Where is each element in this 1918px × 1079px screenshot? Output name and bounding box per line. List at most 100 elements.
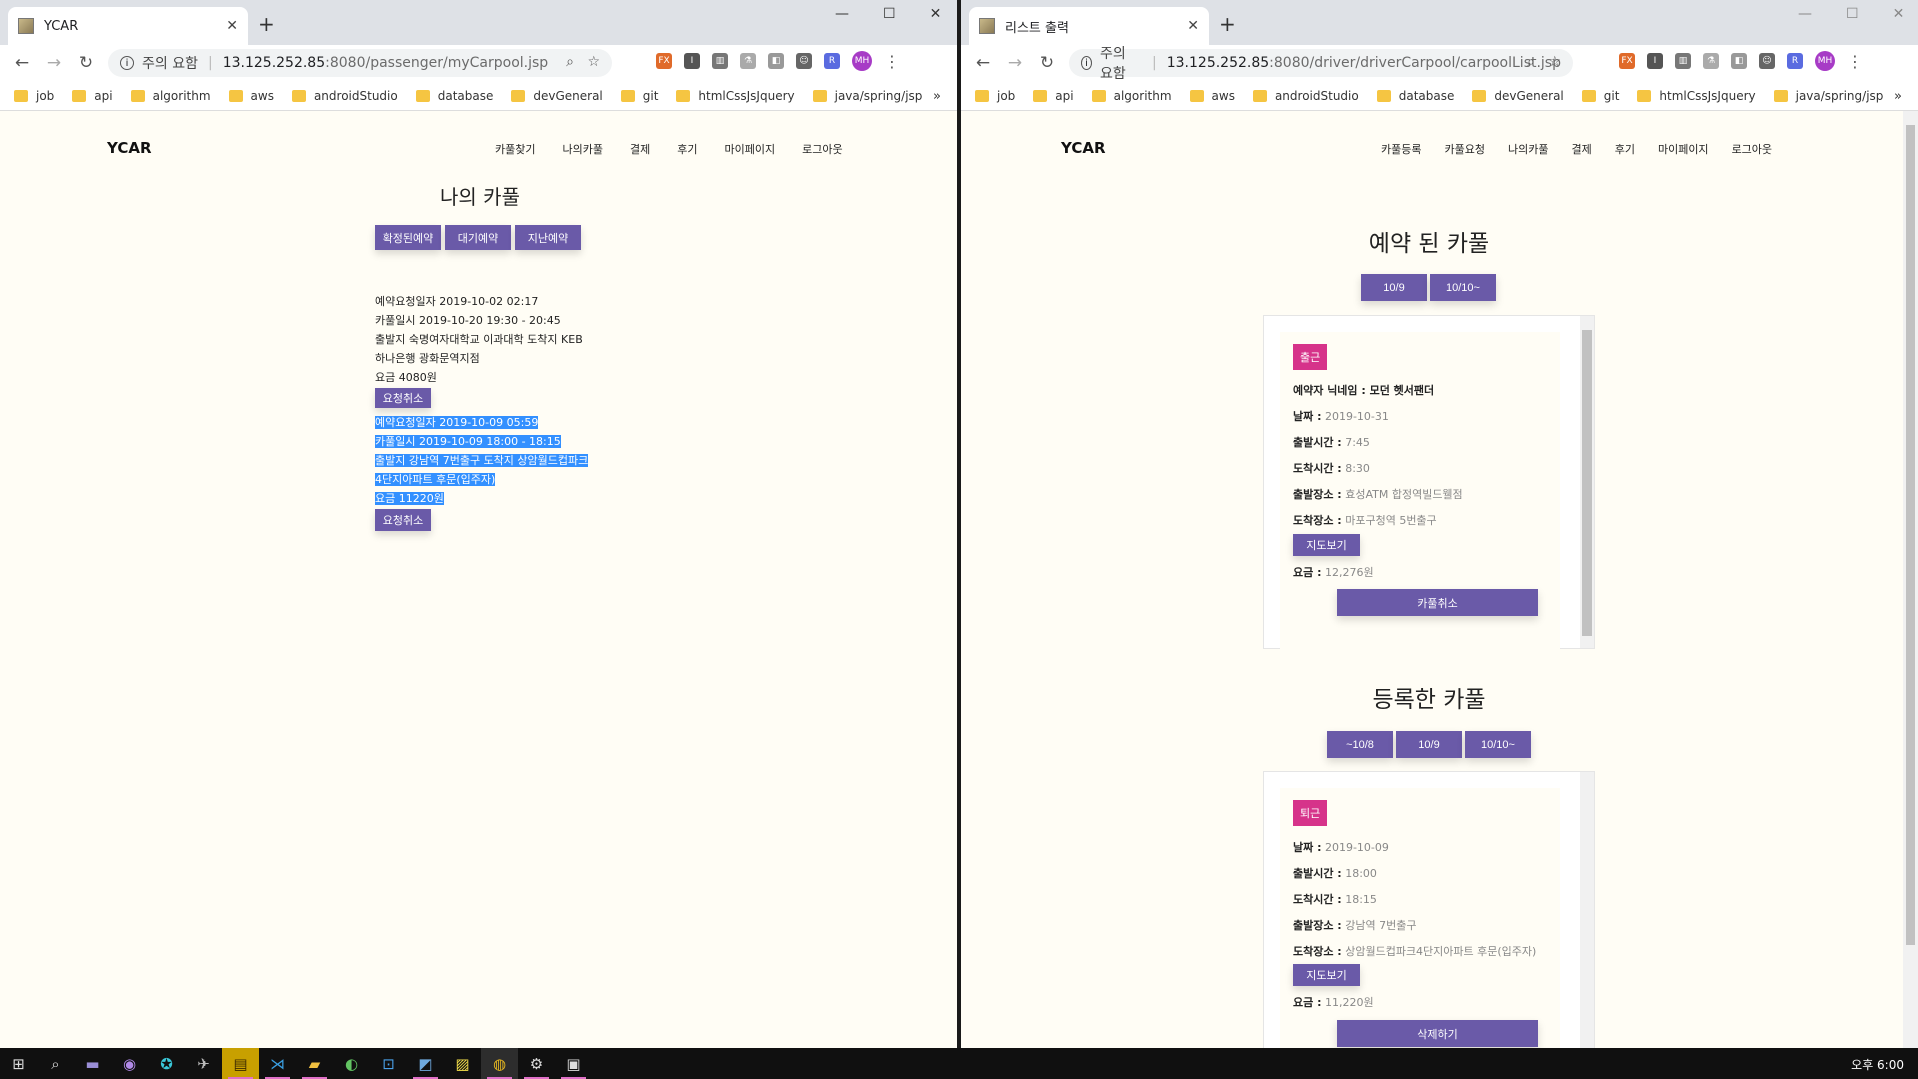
scroll-thumb[interactable] bbox=[1582, 330, 1592, 636]
zoom-icon[interactable]: ⌕ bbox=[1527, 54, 1535, 70]
reload-icon[interactable]: ↻ bbox=[1037, 53, 1057, 73]
info-icon[interactable]: i bbox=[1081, 56, 1092, 70]
extension-icon[interactable]: ▥ bbox=[1675, 53, 1691, 69]
bookmark-folder[interactable]: aws bbox=[228, 89, 274, 103]
nav-payment[interactable]: 결제 bbox=[1571, 141, 1591, 157]
zoom-icon[interactable]: ⌕ bbox=[566, 54, 574, 70]
bookmark-folder[interactable]: job bbox=[14, 89, 54, 103]
view-map-button[interactable]: 지도보기 bbox=[1293, 534, 1360, 556]
windows-start-icon[interactable]: ⊞ bbox=[0, 1048, 37, 1079]
more-bookmarks-icon[interactable]: » bbox=[933, 89, 941, 104]
photos-icon[interactable]: ▣ bbox=[555, 1048, 592, 1079]
profile-avatar[interactable]: MH bbox=[852, 51, 872, 71]
app-icon[interactable]: ▬ bbox=[74, 1048, 111, 1079]
cancel-carpool-button[interactable]: 카풀취소 bbox=[1337, 589, 1538, 616]
bookmark-folder[interactable]: androidStudio bbox=[1252, 89, 1359, 103]
nav-my-carpool[interactable]: 나의카풀 bbox=[562, 141, 602, 157]
file-explorer-icon[interactable]: ▰ bbox=[296, 1048, 333, 1079]
bookmark-folder[interactable]: htmlCssJsJquery bbox=[676, 89, 795, 103]
date-filter-button[interactable]: 10/9 bbox=[1396, 731, 1462, 758]
app-icon[interactable]: ◩ bbox=[407, 1048, 444, 1079]
extension-icon[interactable]: ☺ bbox=[1759, 53, 1775, 69]
bookmark-folder[interactable]: htmlCssJsJquery bbox=[1637, 89, 1756, 103]
app-icon[interactable]: ◐ bbox=[333, 1048, 370, 1079]
tab-confirmed[interactable]: 확정된예약 bbox=[375, 225, 441, 250]
address-bar[interactable]: i 주의 요함 | 13.125.252.85:8080/driver/driv… bbox=[1069, 46, 1573, 82]
reload-icon[interactable]: ↻ bbox=[76, 53, 96, 73]
extension-icon[interactable]: ⚗ bbox=[1703, 53, 1719, 69]
extension-icon[interactable]: R bbox=[824, 53, 840, 69]
site-logo[interactable]: YCAR bbox=[1061, 139, 1106, 157]
bookmark-folder[interactable]: algorithm bbox=[1091, 89, 1172, 103]
registered-card-list[interactable]: 퇴근 날짜 : 2019-10-09 출발시간 : 18:00 도착시간 : 1… bbox=[1263, 771, 1595, 1048]
app-icon[interactable]: ✪ bbox=[148, 1048, 185, 1079]
nav-mypage[interactable]: 마이페이지 bbox=[1658, 141, 1709, 157]
bookmark-folder[interactable]: git bbox=[620, 89, 658, 103]
kakaotalk-icon[interactable]: ▤ bbox=[222, 1048, 259, 1079]
delete-carpool-button[interactable]: 삭제하기 bbox=[1337, 1020, 1538, 1047]
close-tab-icon[interactable]: ✕ bbox=[226, 18, 238, 34]
cancel-request-button[interactable]: 요청취소 bbox=[375, 509, 431, 531]
card-scrollbar[interactable] bbox=[1580, 772, 1594, 1048]
star-icon[interactable]: ☆ bbox=[1548, 54, 1561, 70]
browser-tab[interactable]: 리스트 출력 ✕ bbox=[969, 7, 1209, 45]
bookmark-folder[interactable]: api bbox=[72, 89, 113, 103]
star-icon[interactable]: ☆ bbox=[587, 54, 600, 70]
app-icon[interactable]: ◉ bbox=[111, 1048, 148, 1079]
app-icon[interactable]: ✈ bbox=[185, 1048, 222, 1079]
bookmark-folder[interactable]: java/spring/jsp bbox=[1773, 89, 1883, 103]
extension-icon[interactable]: ◧ bbox=[1731, 53, 1747, 69]
back-icon[interactable]: ← bbox=[973, 53, 993, 73]
nav-logout[interactable]: 로그아웃 bbox=[1732, 141, 1772, 157]
nav-payment[interactable]: 결제 bbox=[630, 141, 650, 157]
menu-icon[interactable]: ⋮ bbox=[884, 52, 900, 71]
nav-my-carpool[interactable]: 나의카풀 bbox=[1508, 141, 1548, 157]
nav-mypage[interactable]: 마이페이지 bbox=[724, 141, 775, 157]
tab-past[interactable]: 지난예약 bbox=[515, 225, 581, 250]
chrome-icon[interactable]: ◍ bbox=[481, 1048, 518, 1079]
date-filter-button[interactable]: 10/10~ bbox=[1430, 274, 1496, 301]
close-window-icon[interactable]: ✕ bbox=[1893, 6, 1905, 22]
minimize-icon[interactable]: — bbox=[835, 6, 849, 22]
maximize-icon[interactable]: ☐ bbox=[1846, 6, 1859, 22]
nav-find-carpool[interactable]: 카풀찾기 bbox=[495, 141, 535, 157]
view-map-button[interactable]: 지도보기 bbox=[1293, 964, 1360, 986]
site-logo[interactable]: YCAR bbox=[107, 139, 152, 157]
extension-icon[interactable]: FX bbox=[656, 53, 672, 69]
nav-register-carpool[interactable]: 카풀등록 bbox=[1381, 141, 1421, 157]
extension-icon[interactable]: R bbox=[1787, 53, 1803, 69]
extension-icon[interactable]: ◧ bbox=[768, 53, 784, 69]
date-filter-button[interactable]: 10/10~ bbox=[1465, 731, 1531, 758]
profile-avatar[interactable]: MH bbox=[1815, 51, 1835, 71]
nav-review[interactable]: 후기 bbox=[677, 141, 697, 157]
bookmark-folder[interactable]: algorithm bbox=[130, 89, 211, 103]
maximize-icon[interactable]: ☐ bbox=[883, 6, 896, 22]
bookmark-folder[interactable]: git bbox=[1581, 89, 1619, 103]
extension-icon[interactable]: I bbox=[1647, 53, 1663, 69]
scroll-thumb[interactable] bbox=[1906, 125, 1915, 945]
new-tab-icon[interactable]: + bbox=[258, 12, 275, 36]
tab-waiting[interactable]: 대기예약 bbox=[445, 225, 511, 250]
card-scrollbar[interactable] bbox=[1580, 316, 1594, 648]
extension-icon[interactable]: ☺ bbox=[796, 53, 812, 69]
page-scrollbar[interactable] bbox=[1903, 111, 1918, 1048]
extension-icon[interactable]: ▥ bbox=[712, 53, 728, 69]
more-bookmarks-icon[interactable]: » bbox=[1894, 89, 1902, 104]
close-window-icon[interactable]: ✕ bbox=[930, 6, 942, 22]
settings-icon[interactable]: ⚙ bbox=[518, 1048, 555, 1079]
forward-icon[interactable]: → bbox=[1005, 53, 1025, 73]
extension-icon[interactable]: ⚗ bbox=[740, 53, 756, 69]
bookmark-folder[interactable]: aws bbox=[1189, 89, 1235, 103]
vscode-icon[interactable]: ⋊ bbox=[259, 1048, 296, 1079]
address-bar[interactable]: i 주의 요함 | 13.125.252.85:8080/passenger/m… bbox=[108, 49, 612, 77]
bookmark-folder[interactable]: devGeneral bbox=[1472, 89, 1564, 103]
bookmark-folder[interactable]: database bbox=[1376, 89, 1454, 103]
back-icon[interactable]: ← bbox=[12, 53, 32, 73]
booked-card-list[interactable]: 출근 예약자 닉네임 : 모던 헷서팬더 날짜 : 2019-10-31 출발시… bbox=[1263, 315, 1595, 650]
search-icon[interactable]: ⌕ bbox=[37, 1048, 74, 1079]
cancel-request-button[interactable]: 요청취소 bbox=[375, 388, 431, 408]
nav-review[interactable]: 후기 bbox=[1615, 141, 1635, 157]
extension-icon[interactable]: I bbox=[684, 53, 700, 69]
minimize-icon[interactable]: — bbox=[1798, 6, 1812, 22]
bookmark-folder[interactable]: devGeneral bbox=[511, 89, 603, 103]
